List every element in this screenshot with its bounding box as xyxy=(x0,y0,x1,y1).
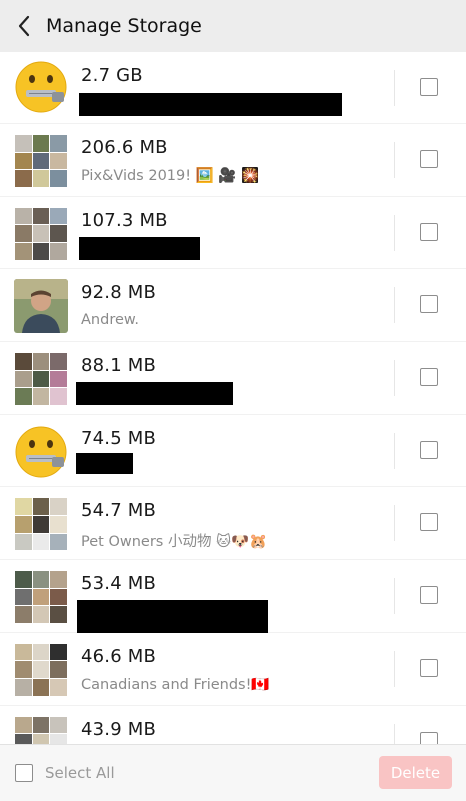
select-all-label[interactable]: Select All xyxy=(45,764,115,782)
item-checkbox[interactable] xyxy=(420,440,438,459)
group-avatar xyxy=(14,352,68,407)
list-item[interactable]: 54.7 MB Pet Owners 小动物 🐱🐶🐹 xyxy=(0,487,466,561)
item-name: Pix&Vids 2019! 🖼️ 🎥 🎇 xyxy=(81,168,260,184)
group-avatar xyxy=(14,715,68,744)
item-size: 46.6 MB xyxy=(81,645,157,667)
item-name: Canadians and Friends!🇨🇦 xyxy=(81,676,270,693)
divider xyxy=(394,70,395,106)
item-checkbox[interactable] xyxy=(420,295,438,314)
bottom-bar: Select All Delete xyxy=(0,744,466,801)
divider xyxy=(394,723,395,744)
redacted-name xyxy=(76,452,133,474)
group-avatar xyxy=(14,134,68,188)
select-all-checkbox[interactable] xyxy=(15,764,33,782)
divider xyxy=(394,214,395,251)
group-avatar xyxy=(14,497,68,552)
group-avatar xyxy=(14,206,68,261)
divider xyxy=(394,287,395,324)
page-title: Manage Storage xyxy=(46,15,202,37)
top-bar: Manage Storage xyxy=(0,0,466,52)
item-size: 206.6 MB xyxy=(81,137,168,158)
list-item[interactable]: 88.1 MB xyxy=(0,342,466,415)
item-name: Andrew. xyxy=(81,312,140,329)
item-size: 107.3 MB xyxy=(81,209,168,231)
list-item[interactable]: 43.9 MB xyxy=(0,706,466,744)
item-size: 88.1 MB xyxy=(81,355,157,377)
divider xyxy=(394,360,395,397)
list-item[interactable]: 206.6 MB Pix&Vids 2019! 🖼️ 🎥 🎇 xyxy=(0,124,466,197)
item-checkbox[interactable] xyxy=(420,78,438,96)
item-checkbox[interactable] xyxy=(420,513,438,532)
list-item[interactable]: 74.5 MB xyxy=(0,415,466,488)
divider xyxy=(394,432,395,469)
group-avatar xyxy=(14,642,68,697)
list-item[interactable]: 46.6 MB Canadians and Friends!🇨🇦 xyxy=(0,633,466,706)
redacted-name xyxy=(79,236,200,260)
item-size: 53.4 MB xyxy=(81,573,157,595)
zipper-mouth-emoji-icon xyxy=(14,425,68,479)
divider xyxy=(394,650,395,687)
item-checkbox[interactable] xyxy=(420,368,438,387)
divider xyxy=(394,142,395,178)
list-item[interactable]: 2.7 GB xyxy=(0,52,466,124)
storage-list[interactable]: 2.7 GB 206.6 MB Pix&Vids 2019! 🖼️ 🎥 🎇 10… xyxy=(0,52,466,744)
profile-avatar xyxy=(14,279,68,334)
zipper-mouth-emoji-icon xyxy=(14,60,68,114)
item-name: Pet Owners 小动物 🐱🐶🐹 xyxy=(81,534,268,551)
chevron-left-icon xyxy=(18,15,30,37)
item-size: 92.8 MB xyxy=(81,282,157,304)
item-size: 54.7 MB xyxy=(81,500,157,522)
item-size: 2.7 GB xyxy=(81,65,143,86)
redacted-name xyxy=(77,600,268,634)
item-checkbox[interactable] xyxy=(420,150,438,168)
list-item[interactable]: 107.3 MB xyxy=(0,197,466,270)
item-size: 43.9 MB xyxy=(81,718,157,740)
group-avatar xyxy=(14,570,68,625)
item-size: 74.5 MB xyxy=(81,427,157,449)
divider xyxy=(394,505,395,542)
divider xyxy=(394,578,395,615)
item-checkbox[interactable] xyxy=(420,731,438,744)
redacted-name xyxy=(79,93,342,116)
list-item[interactable]: 53.4 MB xyxy=(0,560,466,634)
delete-button[interactable]: Delete xyxy=(379,756,452,789)
item-checkbox[interactable] xyxy=(420,586,438,605)
item-checkbox[interactable] xyxy=(420,658,438,677)
list-item[interactable]: 92.8 MB Andrew. xyxy=(0,269,466,343)
back-button[interactable] xyxy=(4,0,44,52)
redacted-name xyxy=(76,382,233,406)
item-checkbox[interactable] xyxy=(420,222,438,241)
